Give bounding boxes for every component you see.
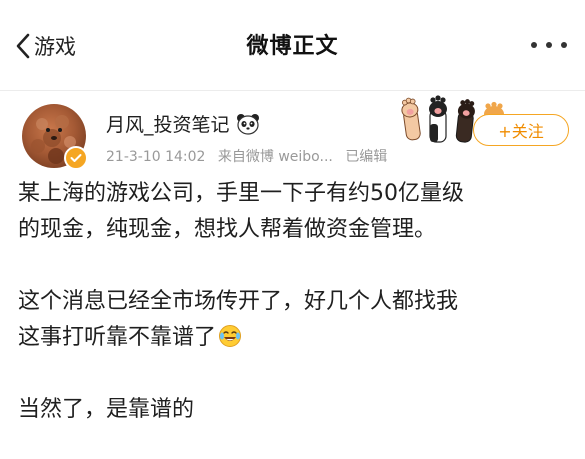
post-line: 某上海的游戏公司，手里一下子有约50亿量级 (18, 181, 464, 206)
author-name: 月风_投资笔记 (106, 114, 230, 136)
post-timestamp: 21-3-10 14:02 (106, 149, 206, 165)
post-line: 的现金，纯现金，想找人帮着做资金管理。 (18, 217, 437, 242)
post-line: 这个消息已经全市场传开了，好几个人都找我 (18, 289, 459, 314)
verified-badge-icon (64, 146, 88, 170)
post-paragraph: 这个消息已经全市场传开了，好几个人都找我 这事打听靠不靠谱了 (18, 284, 573, 356)
laugh-cry-emoji-icon (219, 325, 242, 347)
more-dot-icon (561, 42, 567, 48)
follow-button[interactable]: +关注 (473, 114, 569, 146)
author-name-link[interactable]: 月风_投资笔记 (106, 110, 260, 137)
page-title: 微博正文 (246, 34, 339, 59)
panda-emoji-icon (236, 113, 259, 135)
post-line: 当然了，是靠谱的 (18, 397, 195, 422)
post-paragraph: 某上海的游戏公司，手里一下子有约50亿量级 的现金，纯现金，想找人帮着做资金管理… (18, 176, 573, 248)
edited-label[interactable]: 已编辑 (345, 149, 387, 165)
post-source[interactable]: 来自微博 weibo... (218, 149, 333, 165)
post-paragraph: 当然了，是靠谱的 (18, 392, 573, 428)
more-options-button[interactable] (531, 40, 567, 50)
more-dot-icon (531, 42, 537, 48)
post-meta: 21-3-10 14:02 来自微博 weibo... 已编辑 (106, 146, 395, 166)
more-dot-icon (546, 42, 552, 48)
post-content: 某上海的游戏公司，手里一下子有约50亿量级 的现金，纯现金，想找人帮着做资金管理… (18, 176, 573, 428)
top-nav-bar: 游戏 微博正文 (0, 0, 585, 90)
post-line: 这事打听靠不靠谱了 (18, 325, 217, 350)
